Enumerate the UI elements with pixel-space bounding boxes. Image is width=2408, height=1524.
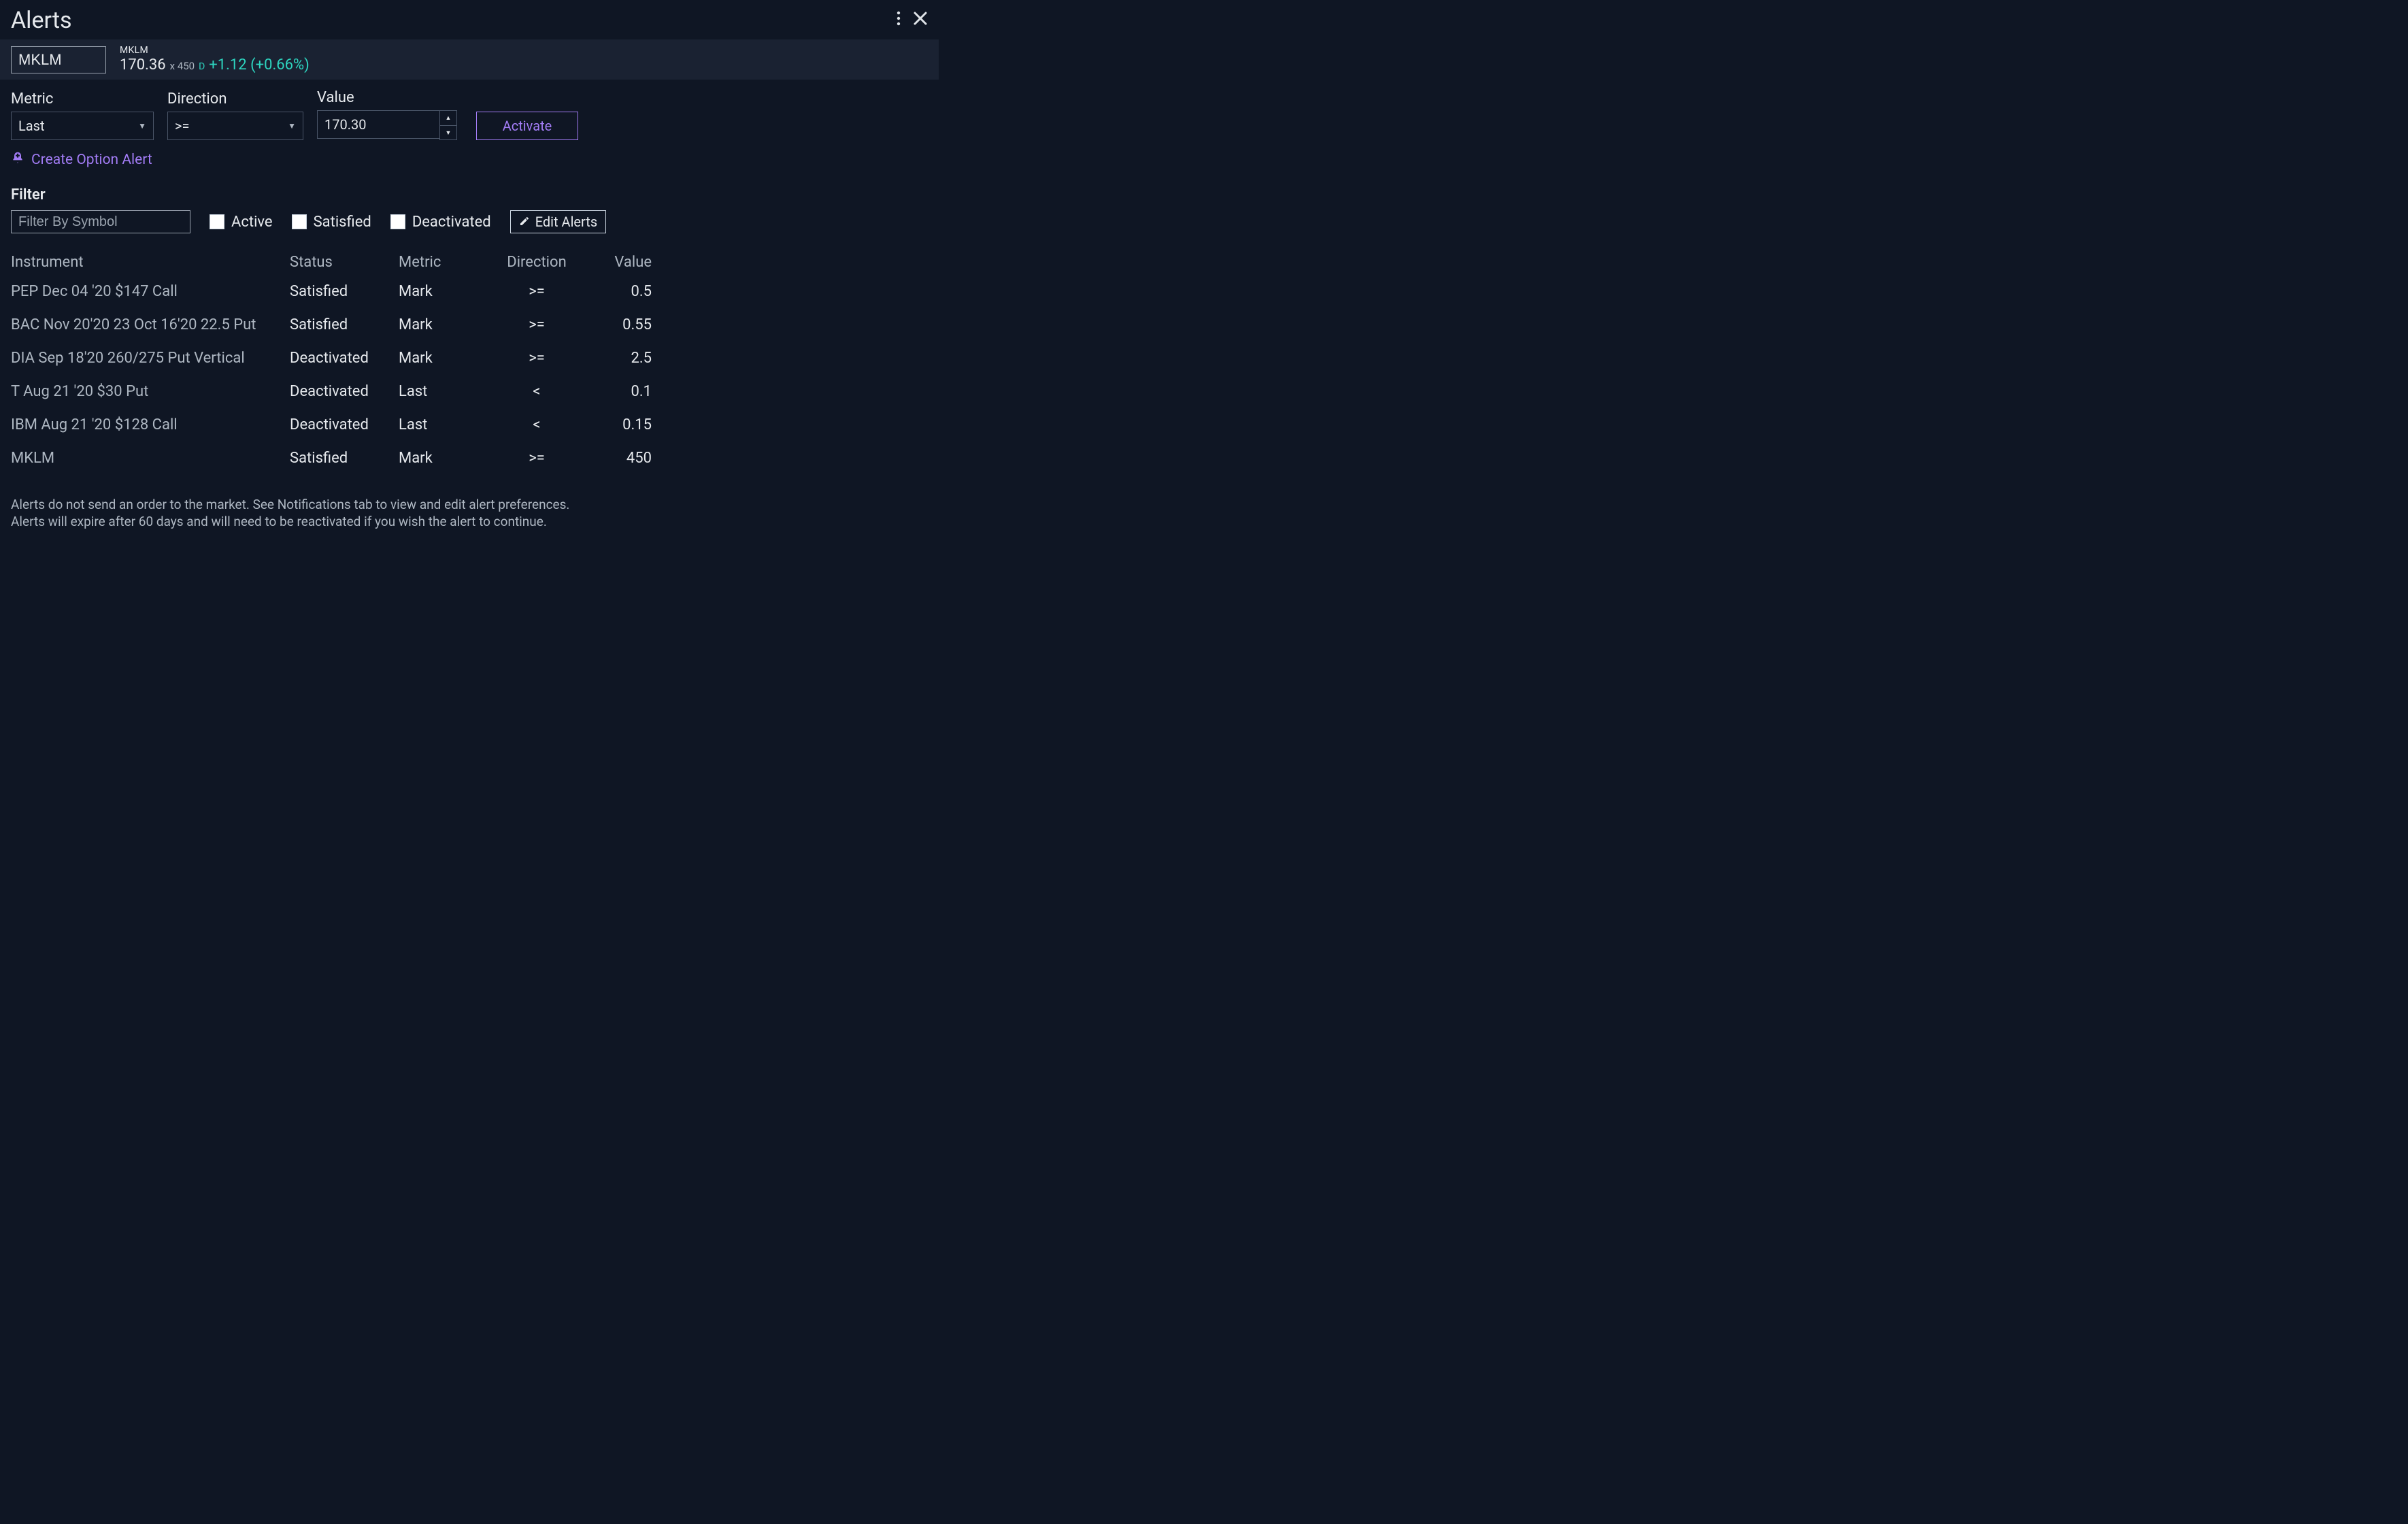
- th-metric: Metric: [399, 254, 494, 271]
- metric-value: Last: [18, 118, 45, 134]
- cell-status: Satisfied: [290, 283, 399, 300]
- cell-metric: Mark: [399, 450, 494, 467]
- filter-check-deactivated[interactable]: Deactivated: [390, 214, 491, 231]
- quote-xvol: x 450: [170, 60, 195, 72]
- direction-select[interactable]: >= ▼: [167, 112, 303, 140]
- cell-value: 0.1: [580, 383, 652, 400]
- cell-value: 0.55: [580, 316, 652, 333]
- quote-ticker: MKLM: [120, 45, 310, 56]
- cell-status: Satisfied: [290, 450, 399, 467]
- cell-direction: >=: [494, 350, 580, 367]
- cell-instrument: T Aug 21 '20 $30 Put: [11, 383, 290, 400]
- cell-status: Satisfied: [290, 316, 399, 333]
- cell-status: Deactivated: [290, 383, 399, 400]
- edit-alerts-label: Edit Alerts: [535, 214, 597, 230]
- table-row[interactable]: IBM Aug 21 '20 $128 CallDeactivatedLast<…: [11, 416, 928, 433]
- footnote-line1: Alerts do not send an order to the marke…: [11, 497, 928, 514]
- chevron-down-icon: ▼: [288, 121, 296, 131]
- cell-status: Deactivated: [290, 350, 399, 367]
- direction-label: Direction: [167, 90, 303, 107]
- cell-direction: >=: [494, 450, 580, 467]
- cell-metric: Last: [399, 383, 494, 400]
- bell-plus-icon: [11, 151, 24, 169]
- th-value: Value: [580, 254, 652, 271]
- create-option-alert-label: Create Option Alert: [31, 152, 152, 168]
- stepper-down-icon[interactable]: ▼: [440, 125, 456, 139]
- table-row[interactable]: PEP Dec 04 '20 $147 CallSatisfiedMark>=0…: [11, 283, 928, 300]
- cell-instrument: MKLM: [11, 450, 290, 467]
- chevron-down-icon: ▼: [138, 121, 146, 131]
- cell-direction: >=: [494, 316, 580, 333]
- symbol-bar: MKLM 170.36 x 450 D +1.12 (+0.66%): [0, 39, 939, 80]
- activate-button[interactable]: Activate: [476, 112, 578, 140]
- filter-check-satisfied[interactable]: Satisfied: [292, 214, 371, 231]
- value-label: Value: [317, 89, 457, 106]
- table-row[interactable]: T Aug 21 '20 $30 PutDeactivatedLast<0.1: [11, 383, 928, 400]
- symbol-input[interactable]: [11, 46, 106, 73]
- cell-metric: Mark: [399, 316, 494, 333]
- cell-direction: >=: [494, 283, 580, 300]
- metric-select[interactable]: Last ▼: [11, 112, 154, 140]
- footnote-line2: Alerts will expire after 60 days and wil…: [11, 514, 928, 531]
- cell-instrument: DIA Sep 18'20 260/275 Put Vertical: [11, 350, 290, 367]
- metric-label: Metric: [11, 90, 154, 107]
- filter-check-satisfied-label: Satisfied: [314, 214, 371, 231]
- quote-change: +1.12 (+0.66%): [209, 56, 310, 74]
- checkbox-icon: [292, 214, 307, 229]
- cell-metric: Mark: [399, 350, 494, 367]
- cell-direction: <: [494, 383, 580, 400]
- cell-direction: <: [494, 416, 580, 433]
- cell-metric: Mark: [399, 283, 494, 300]
- alerts-table: Instrument Status Metric Direction Value…: [0, 254, 939, 467]
- quote-price: 170.36: [120, 56, 166, 74]
- filter-title: Filter: [0, 169, 939, 210]
- table-row[interactable]: MKLMSatisfiedMark>=450: [11, 450, 928, 467]
- cell-value: 0.15: [580, 416, 652, 433]
- value-input[interactable]: 170.30: [317, 110, 439, 139]
- more-menu-icon[interactable]: [897, 11, 901, 26]
- th-direction: Direction: [494, 254, 580, 271]
- cell-instrument: IBM Aug 21 '20 $128 Call: [11, 416, 290, 433]
- th-status: Status: [290, 254, 399, 271]
- close-icon[interactable]: [913, 11, 928, 26]
- cell-value: 2.5: [580, 350, 652, 367]
- cell-instrument: BAC Nov 20'20 23 Oct 16'20 22.5 Put: [11, 316, 290, 333]
- edit-alerts-button[interactable]: Edit Alerts: [510, 210, 606, 233]
- page-title: Alerts: [11, 7, 72, 34]
- value-input-text: 170.30: [324, 116, 366, 133]
- cell-status: Deactivated: [290, 416, 399, 433]
- checkbox-icon: [390, 214, 405, 229]
- filter-check-active[interactable]: Active: [210, 214, 273, 231]
- quote-flag: D: [199, 61, 205, 73]
- pencil-icon: [519, 214, 530, 230]
- cell-value: 0.5: [580, 283, 652, 300]
- filter-check-active-label: Active: [231, 214, 273, 231]
- th-instrument: Instrument: [11, 254, 290, 271]
- footnote: Alerts do not send an order to the marke…: [0, 483, 939, 546]
- cell-value: 450: [580, 450, 652, 467]
- direction-value: >=: [175, 118, 189, 134]
- table-row[interactable]: DIA Sep 18'20 260/275 Put VerticalDeacti…: [11, 350, 928, 367]
- filter-check-deactivated-label: Deactivated: [412, 214, 491, 231]
- stepper-up-icon[interactable]: ▲: [440, 111, 456, 125]
- cell-instrument: PEP Dec 04 '20 $147 Call: [11, 283, 290, 300]
- filter-symbol-input[interactable]: [11, 210, 190, 233]
- create-option-alert-link[interactable]: Create Option Alert: [0, 140, 163, 169]
- checkbox-icon: [210, 214, 224, 229]
- cell-metric: Last: [399, 416, 494, 433]
- table-row[interactable]: BAC Nov 20'20 23 Oct 16'20 22.5 PutSatis…: [11, 316, 928, 333]
